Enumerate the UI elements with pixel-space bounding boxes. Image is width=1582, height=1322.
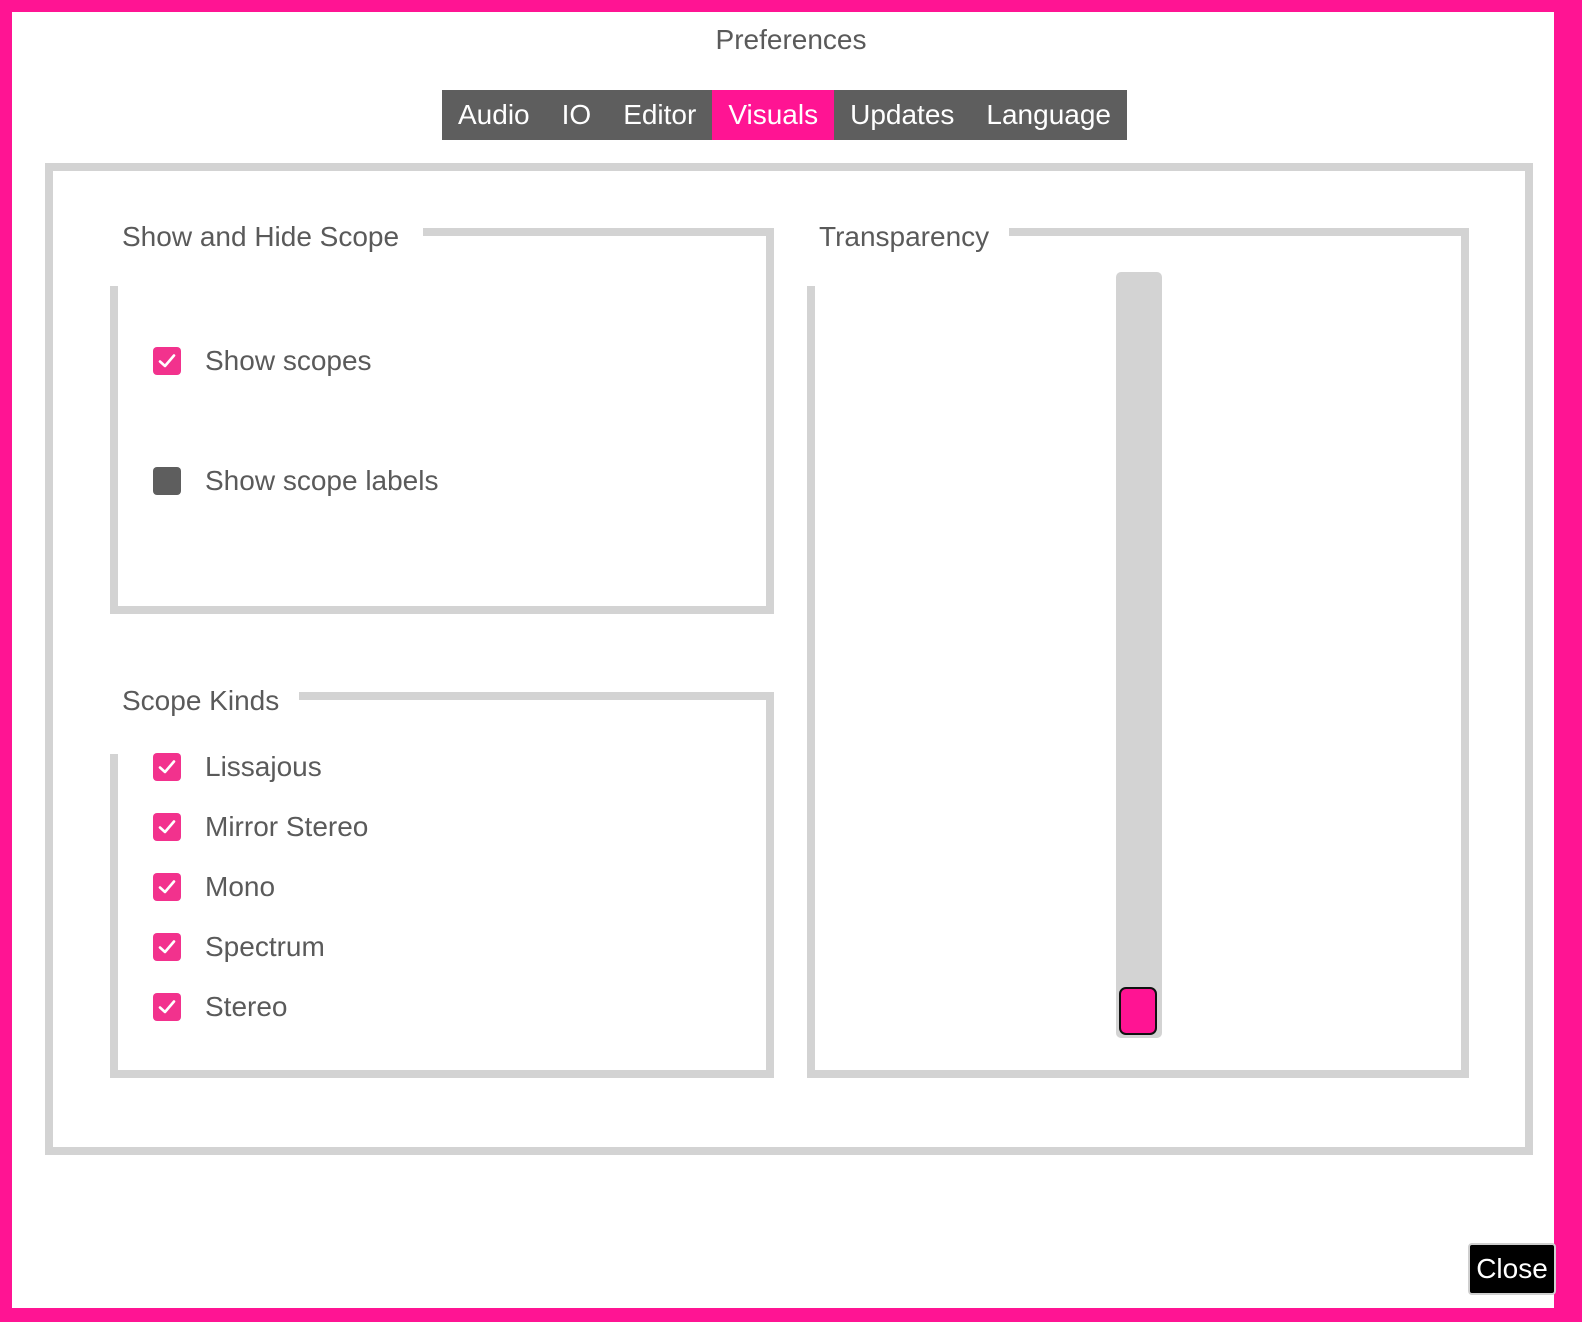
legend-gap xyxy=(807,244,817,286)
transparency-slider-track[interactable] xyxy=(1116,272,1162,1038)
checkmark-icon xyxy=(158,1000,176,1014)
checkmark-icon xyxy=(158,354,176,368)
show-hide-scope-group xyxy=(110,228,774,614)
mirror-stereo-checkbox[interactable] xyxy=(153,813,181,841)
spectrum-checkbox[interactable] xyxy=(153,933,181,961)
tab-bar: Audio IO Editor Visuals Updates Language xyxy=(442,90,1127,140)
tab-io[interactable]: IO xyxy=(546,90,608,140)
checkmark-icon xyxy=(158,820,176,834)
transparency-legend: Transparency xyxy=(807,220,1010,254)
dialog-title: Preferences xyxy=(715,24,867,55)
transparency-slider-thumb[interactable] xyxy=(1119,987,1157,1035)
legend-gap xyxy=(110,710,120,754)
tab-audio[interactable]: Audio xyxy=(442,90,546,140)
tab-updates[interactable]: Updates xyxy=(834,90,970,140)
stereo-option[interactable]: Stereo xyxy=(153,991,288,1023)
checkmark-icon xyxy=(158,760,176,774)
checkmark-icon xyxy=(158,880,176,894)
legend-gap xyxy=(110,244,120,286)
stereo-label: Stereo xyxy=(205,991,288,1022)
tab-language[interactable]: Language xyxy=(970,90,1127,140)
lissajous-label: Lissajous xyxy=(205,751,322,782)
mono-option[interactable]: Mono xyxy=(153,871,275,903)
show-scopes-option[interactable]: Show scopes xyxy=(153,345,372,377)
show-scope-labels-checkbox[interactable] xyxy=(153,467,181,495)
checkmark-icon xyxy=(158,940,176,954)
mirror-stereo-option[interactable]: Mirror Stereo xyxy=(153,811,368,843)
lissajous-option[interactable]: Lissajous xyxy=(153,751,322,783)
show-scopes-label: Show scopes xyxy=(205,345,372,376)
tab-editor[interactable]: Editor xyxy=(607,90,712,140)
tab-visuals[interactable]: Visuals xyxy=(712,90,835,140)
spectrum-label: Spectrum xyxy=(205,931,325,962)
mono-label: Mono xyxy=(205,871,276,902)
mirror-stereo-label: Mirror Stereo xyxy=(205,811,369,842)
scope-kinds-legend: Scope Kinds xyxy=(110,684,300,718)
show-scope-labels-option[interactable]: Show scope labels xyxy=(153,465,438,497)
stereo-checkbox[interactable] xyxy=(153,993,181,1021)
spectrum-option[interactable]: Spectrum xyxy=(153,931,325,963)
show-scopes-checkbox[interactable] xyxy=(153,347,181,375)
mono-checkbox[interactable] xyxy=(153,873,181,901)
show-hide-scope-legend: Show and Hide Scope xyxy=(110,220,424,254)
lissajous-checkbox[interactable] xyxy=(153,753,181,781)
close-button[interactable]: Close xyxy=(1468,1243,1556,1295)
show-scope-labels-label: Show scope labels xyxy=(205,465,439,496)
